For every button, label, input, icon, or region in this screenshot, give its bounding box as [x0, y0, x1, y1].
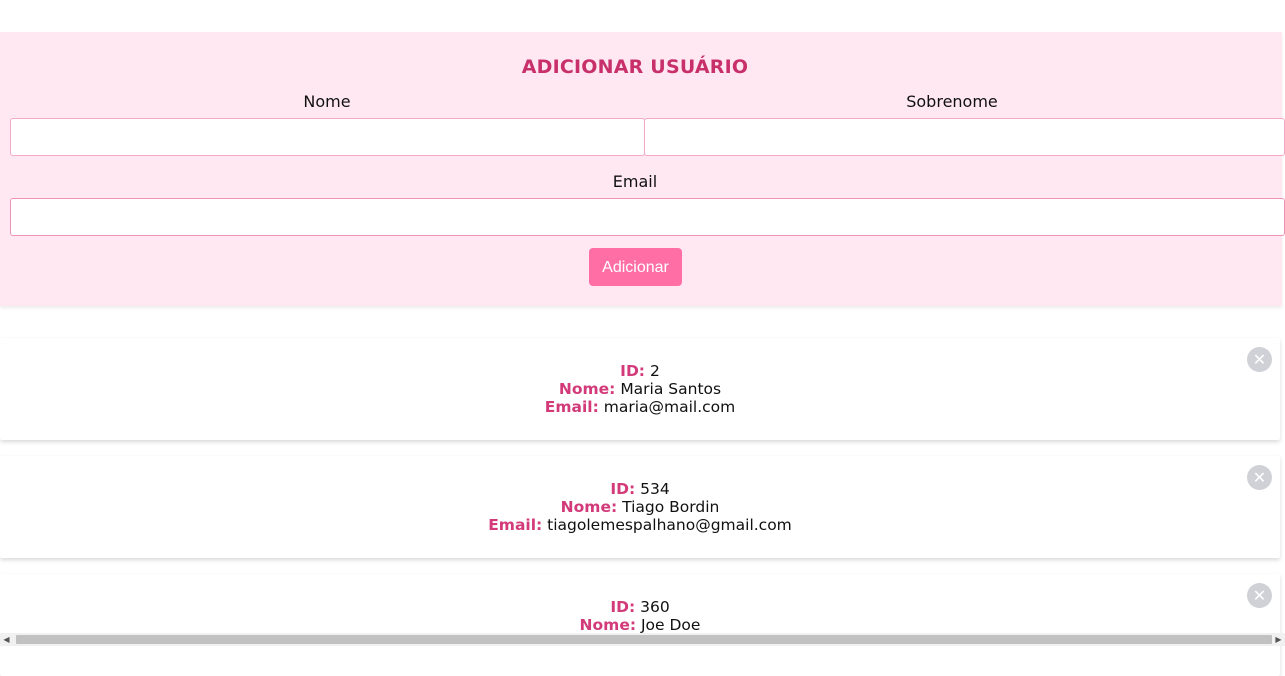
horizontal-scrollbar[interactable]: ◀ ▶ — [0, 633, 1285, 646]
user-name-line: Nome: Maria Santos — [0, 380, 1280, 398]
user-name-line: Nome: Tiago Bordin — [0, 498, 1280, 516]
user-id: 2 — [649, 362, 660, 380]
close-circle-icon[interactable]: ✕ — [1247, 347, 1272, 372]
user-card: ID: 2 Nome: Maria Santos Email: maria@ma… — [0, 338, 1280, 440]
name-label: Nome: — [560, 498, 618, 516]
id-label: ID: — [610, 598, 636, 616]
user-name: Tiago Bordin — [622, 498, 720, 516]
user-card: ID: 534 Nome: Tiago Bordin Email: tiagol… — [0, 456, 1280, 558]
first-name-input[interactable] — [10, 118, 645, 156]
form-title: ADICIONAR USUÁRIO — [521, 56, 749, 78]
user-name: Maria Santos — [620, 380, 722, 398]
id-label: ID: — [620, 362, 646, 380]
user-email: maria@mail.com — [603, 398, 736, 416]
last-name-input[interactable] — [644, 118, 1285, 156]
user-name: Joe Doe — [640, 616, 701, 634]
close-circle-icon[interactable]: ✕ — [1247, 465, 1272, 490]
user-id-line: ID: 360 — [0, 598, 1280, 616]
email-label-inline: Email: — [488, 516, 543, 534]
user-name-line: Nome: Joe Doe — [0, 616, 1280, 634]
arrow-left-icon[interactable]: ◀ — [0, 633, 13, 646]
email-input[interactable] — [10, 198, 1285, 236]
user-email-line: Email: maria@mail.com — [0, 398, 1280, 416]
close-circle-icon[interactable]: ✕ — [1247, 583, 1272, 608]
name-label: Nome: — [558, 380, 616, 398]
scrollbar-thumb[interactable] — [16, 635, 1272, 644]
id-label: ID: — [610, 480, 636, 498]
user-id: 534 — [640, 480, 670, 498]
user-id-line: ID: 2 — [0, 362, 1280, 380]
user-details: ID: 360 Nome: Joe Doe — [0, 598, 1280, 634]
user-card: ID: 360 Nome: Joe Doe ✕ — [0, 574, 1280, 676]
email-label-inline: Email: — [544, 398, 599, 416]
arrow-right-icon[interactable]: ▶ — [1272, 633, 1285, 646]
user-id-line: ID: 534 — [0, 480, 1280, 498]
add-button[interactable]: Adicionar — [589, 248, 682, 286]
email-label: Email — [612, 172, 658, 191]
user-email-line: Email: tiagolemespalhano@gmail.com — [0, 516, 1280, 534]
first-name-label: Nome — [303, 92, 351, 111]
user-details: ID: 534 Nome: Tiago Bordin Email: tiagol… — [0, 480, 1280, 534]
user-email: tiagolemespalhano@gmail.com — [547, 516, 792, 534]
last-name-label: Sobrenome — [906, 92, 998, 111]
name-label: Nome: — [579, 616, 637, 634]
user-id: 360 — [640, 598, 670, 616]
user-details: ID: 2 Nome: Maria Santos Email: maria@ma… — [0, 362, 1280, 416]
